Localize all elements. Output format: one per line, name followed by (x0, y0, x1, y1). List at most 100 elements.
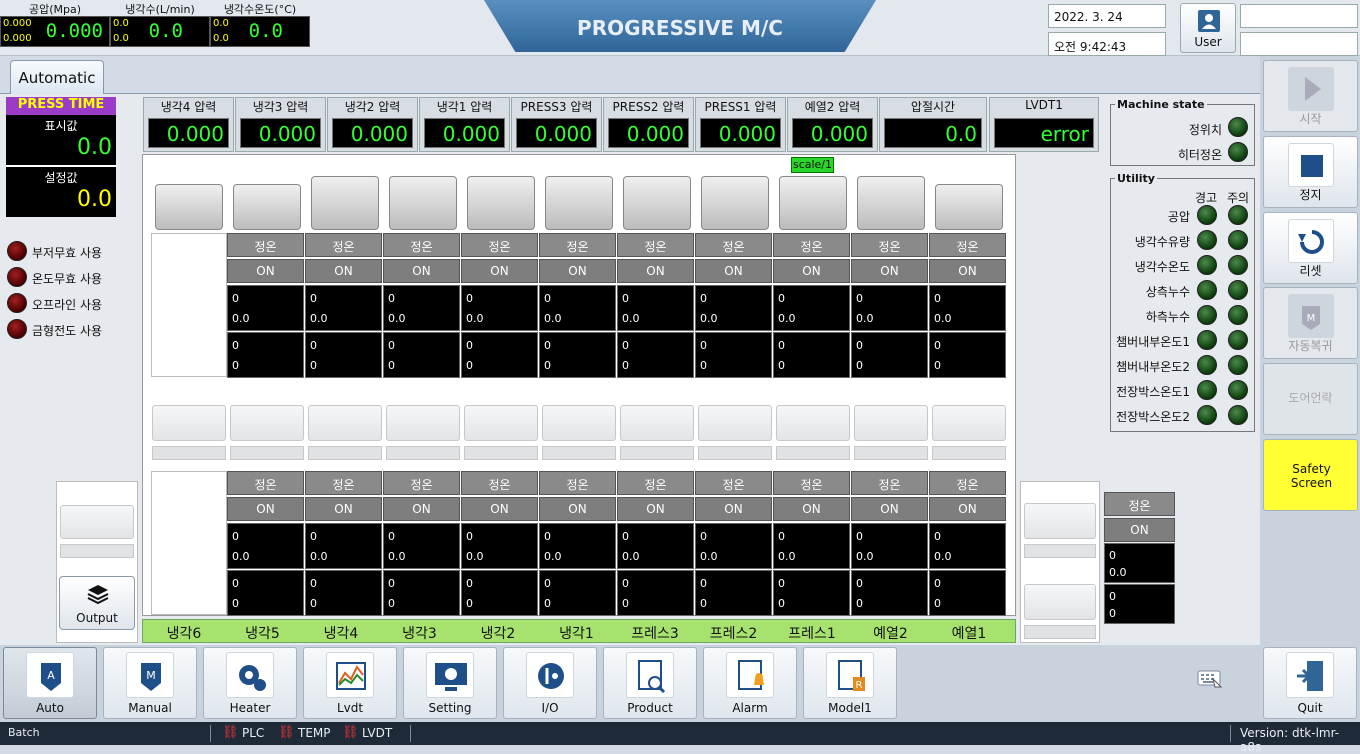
option-mold[interactable]: 금형전도 사용 (32, 322, 102, 339)
tab-automatic[interactable]: Automatic (10, 60, 104, 94)
data-line: 0 (934, 597, 941, 610)
data-line: 0 (700, 597, 707, 610)
nav-product-button[interactable]: Product (603, 647, 697, 719)
nav-setting-button[interactable]: Setting (403, 647, 497, 719)
warning-led (1197, 205, 1217, 225)
data-line: 0.0 (856, 312, 874, 325)
column-on-button[interactable]: ON (773, 259, 850, 283)
station-button[interactable] (623, 176, 691, 230)
station-button[interactable] (389, 176, 457, 230)
start-button[interactable]: 시작 (1263, 60, 1358, 132)
stop-button[interactable]: 정지 (1263, 136, 1358, 208)
column-on-button[interactable]: ON (539, 259, 616, 283)
auto-return-button[interactable]: M 자동복귀 (1263, 287, 1358, 359)
nav-manual-button[interactable]: M Manual (103, 647, 197, 719)
station-slot[interactable] (464, 405, 538, 441)
column-on-button[interactable]: ON (617, 259, 694, 283)
data-line: 0 (700, 359, 707, 372)
utility-label: 전장박스온도2 (1116, 410, 1190, 424)
column-on-button[interactable]: ON (305, 497, 382, 521)
station-button[interactable] (233, 184, 301, 230)
station-slot[interactable] (698, 405, 772, 441)
station-button[interactable] (701, 176, 769, 230)
station-slot[interactable] (776, 405, 850, 441)
column-on-button[interactable]: ON (461, 497, 538, 521)
output-slot (60, 505, 134, 539)
reset-button[interactable]: 리셋 (1263, 212, 1358, 284)
column-on-button[interactable]: ON (773, 497, 850, 521)
station-slot[interactable] (152, 405, 226, 441)
column-on-button[interactable]: ON (929, 259, 1006, 283)
data-line: 0 (310, 577, 317, 590)
column-on-button[interactable]: ON (227, 259, 304, 283)
warning-led (1197, 255, 1217, 275)
data-line: 0.0 (934, 312, 952, 325)
station-button[interactable] (545, 176, 613, 230)
station-button[interactable] (467, 176, 535, 230)
station-button[interactable] (779, 176, 847, 230)
station-slot[interactable] (386, 405, 460, 441)
quit-button[interactable]: Quit (1263, 647, 1357, 719)
extra-on[interactable]: ON (1104, 518, 1175, 542)
column-on-button[interactable]: ON (305, 259, 382, 283)
sensor-value: 0.0 (148, 20, 183, 42)
station-slot[interactable] (620, 405, 694, 441)
column-on-button[interactable]: ON (461, 259, 538, 283)
nav-lvdt-button[interactable]: Lvdt (303, 647, 397, 719)
column-on-button[interactable]: ON (929, 497, 1006, 521)
caution-led (1228, 330, 1248, 350)
utility-label: 하측누수 (1145, 310, 1190, 324)
column-on-button[interactable]: ON (851, 259, 928, 283)
column-data: 00 (227, 570, 304, 616)
data-line: 0.0 (1109, 566, 1127, 579)
option-buzzer[interactable]: 부저무효 사용 (32, 244, 102, 261)
set-label: 설정값 (44, 171, 78, 185)
output-button[interactable]: Output (59, 576, 135, 630)
column-on-button[interactable]: ON (617, 497, 694, 521)
station-slot[interactable] (230, 405, 304, 441)
utility-label: 상측누수 (1145, 285, 1190, 299)
column-on-button[interactable]: ON (695, 497, 772, 521)
column-on-button[interactable]: ON (383, 497, 460, 521)
station-slot[interactable] (542, 405, 616, 441)
door-unlock-button[interactable]: 도어언락 (1263, 363, 1358, 435)
divider (210, 725, 211, 742)
option-temp[interactable]: 온도무효 사용 (32, 270, 102, 287)
column-data: 00 (929, 570, 1006, 616)
column-on-button[interactable]: ON (227, 497, 304, 521)
data-line: 0 (544, 292, 551, 305)
station-slot[interactable] (932, 405, 1006, 441)
nav-auto-button[interactable]: A Auto (3, 647, 97, 719)
m-icon: M (1288, 294, 1334, 338)
data-line: 0 (388, 292, 395, 305)
station-button[interactable] (935, 184, 1003, 230)
station-button[interactable] (155, 184, 223, 230)
safety-screen-button[interactable]: Safety Screen (1263, 439, 1358, 511)
nav-io-button[interactable]: I/O (503, 647, 597, 719)
nav-alarm-button[interactable]: Alarm (703, 647, 797, 719)
warning-led (1197, 330, 1217, 350)
pressure-cell: 냉각1 압력 0.000 (419, 97, 510, 152)
column-on-button[interactable]: ON (695, 259, 772, 283)
nav-heater-button[interactable]: Heater (203, 647, 297, 719)
nav-model1-button[interactable]: R Model1 (803, 647, 897, 719)
data-line: 0.0 (544, 312, 562, 325)
option-offline[interactable]: 오프라인 사용 (32, 296, 102, 313)
quit-label: Quit (1297, 701, 1323, 715)
user-button[interactable]: User (1180, 3, 1236, 53)
station-label: 냉각4 (323, 626, 359, 642)
station-slot[interactable] (308, 405, 382, 441)
station-bar (386, 446, 460, 460)
station-button[interactable] (311, 176, 379, 230)
column-on-button[interactable]: ON (383, 259, 460, 283)
warning-led (1197, 355, 1217, 375)
column-on-button[interactable]: ON (851, 497, 928, 521)
status-bar: Batch ⛓ PLC ⛓ TEMP ⛓ LVDT Version: dtk-l… (0, 722, 1360, 754)
keyboard-icon[interactable] (1197, 669, 1223, 689)
station-slot[interactable] (854, 405, 928, 441)
column-on-button[interactable]: ON (539, 497, 616, 521)
pressure-cell: 예열2 압력 0.000 (787, 97, 878, 152)
mode-text: Batch (8, 726, 40, 739)
column-data: 0 0.0 (773, 523, 850, 569)
station-button[interactable] (857, 176, 925, 230)
